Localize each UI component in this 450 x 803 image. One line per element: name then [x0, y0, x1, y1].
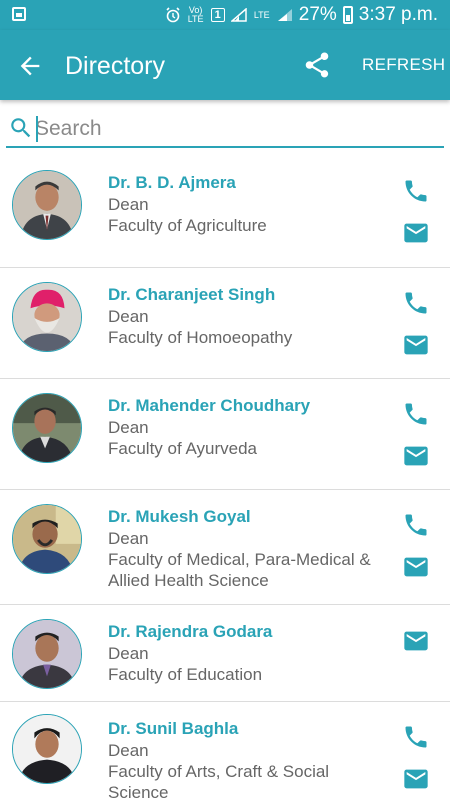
- contact-name: Dr. Charanjeet Singh: [108, 285, 276, 304]
- back-button[interactable]: [16, 52, 44, 80]
- list-item[interactable]: Dr. Mukesh Goyal Dean Faculty of Medical…: [0, 490, 450, 605]
- list-item[interactable]: Dr. Rajendra Godara Dean Faculty of Educ…: [0, 605, 450, 702]
- email-button[interactable]: [402, 219, 430, 247]
- email-icon: [404, 335, 428, 355]
- contact-designation: Dean: [108, 741, 149, 760]
- search-input[interactable]: [35, 114, 435, 144]
- contact-name: Dr. Mahender Choudhary: [108, 396, 311, 415]
- contact-faculty: Faculty of Arts, Craft & Social Science: [108, 762, 330, 802]
- search-bar: [6, 112, 444, 148]
- phone-icon: [405, 292, 427, 314]
- arrow-left-icon: [20, 56, 40, 76]
- call-button[interactable]: [402, 400, 430, 428]
- avatar: [12, 504, 82, 574]
- contact-faculty: Faculty of Education: [108, 665, 263, 684]
- list-item[interactable]: Dr. B. D. Ajmera Dean Faculty of Agricul…: [0, 156, 450, 268]
- email-icon: [404, 631, 428, 651]
- email-button[interactable]: [402, 331, 430, 359]
- call-button[interactable]: [402, 723, 430, 751]
- list-item[interactable]: Dr. Sunil Baghla Dean Faculty of Arts, C…: [0, 702, 450, 802]
- call-button[interactable]: [402, 177, 430, 205]
- avatar: [12, 619, 82, 689]
- signal-icon: [230, 8, 247, 22]
- contact-designation: Dean: [108, 418, 149, 437]
- signal-strength-icon: [277, 9, 292, 21]
- call-button[interactable]: [402, 289, 430, 317]
- contact-info: Dr. Mahender Choudhary Dean Faculty of A…: [108, 395, 380, 459]
- search-icon: [11, 118, 31, 138]
- directory-list: Dr. B. D. Ajmera Dean Faculty of Agricul…: [0, 156, 450, 802]
- volte-indicator: Vo) LTE: [187, 5, 204, 24]
- list-item[interactable]: Dr. Charanjeet Singh Dean Faculty of Hom…: [0, 268, 450, 379]
- contact-designation: Dean: [108, 529, 149, 548]
- avatar: [12, 714, 82, 784]
- contact-designation: Dean: [108, 644, 149, 663]
- email-button[interactable]: [402, 765, 430, 793]
- phone-icon: [405, 726, 427, 748]
- battery-icon: [342, 6, 353, 24]
- email-button[interactable]: [402, 627, 430, 655]
- gallery-notification-icon: [12, 7, 26, 21]
- alarm-icon: [166, 7, 180, 23]
- email-button[interactable]: [402, 553, 430, 581]
- battery-percent: 27%: [298, 4, 337, 25]
- contact-faculty: Faculty of Medical, Para-Medical & Allie…: [108, 550, 371, 590]
- app-bar: Directory REFRESH: [0, 30, 450, 100]
- contact-info: Dr. B. D. Ajmera Dean Faculty of Agricul…: [108, 172, 380, 236]
- text-cursor: [36, 116, 38, 142]
- email-icon: [404, 557, 428, 577]
- phone-icon: [405, 403, 427, 425]
- avatar: [12, 393, 82, 463]
- email-button[interactable]: [402, 442, 430, 470]
- email-icon: [404, 223, 428, 243]
- contact-name: Dr. Rajendra Godara: [108, 622, 273, 641]
- clock: 3:37 p.m.: [358, 4, 438, 25]
- contact-faculty: Faculty of Ayurveda: [108, 439, 257, 458]
- status-bar: Vo) LTE 1 LTE 27% 3:37 p.m.: [0, 0, 450, 30]
- status-indicators: Vo) LTE 1 LTE 27% 3:37 p.m.: [165, 4, 438, 26]
- page-title: Directory: [65, 52, 166, 80]
- phone-icon: [405, 514, 427, 536]
- contact-info: Dr. Sunil Baghla Dean Faculty of Arts, C…: [108, 718, 380, 803]
- lte-indicator: LTE: [253, 9, 270, 20]
- avatar: [12, 170, 82, 240]
- contact-info: Dr. Charanjeet Singh Dean Faculty of Hom…: [108, 284, 380, 348]
- email-icon: [404, 769, 428, 789]
- refresh-button[interactable]: REFRESH: [354, 52, 450, 78]
- contact-name: Dr. Sunil Baghla: [108, 719, 239, 738]
- share-button[interactable]: [302, 50, 332, 80]
- contact-info: Dr. Rajendra Godara Dean Faculty of Educ…: [108, 621, 380, 685]
- contact-faculty: Faculty of Agriculture: [108, 216, 267, 235]
- sim-indicator: 1: [210, 8, 225, 22]
- share-icon: [305, 52, 329, 78]
- list-item[interactable]: Dr. Mahender Choudhary Dean Faculty of A…: [0, 379, 450, 490]
- contact-info: Dr. Mukesh Goyal Dean Faculty of Medical…: [108, 506, 380, 591]
- call-button[interactable]: [402, 511, 430, 539]
- contact-faculty: Faculty of Homoeopathy: [108, 328, 293, 347]
- contact-designation: Dean: [108, 195, 149, 214]
- contact-name: Dr. B. D. Ajmera: [108, 173, 236, 192]
- phone-icon: [405, 180, 427, 202]
- email-icon: [404, 446, 428, 466]
- avatar: [12, 282, 82, 352]
- contact-designation: Dean: [108, 307, 149, 326]
- contact-name: Dr. Mukesh Goyal: [108, 507, 251, 526]
